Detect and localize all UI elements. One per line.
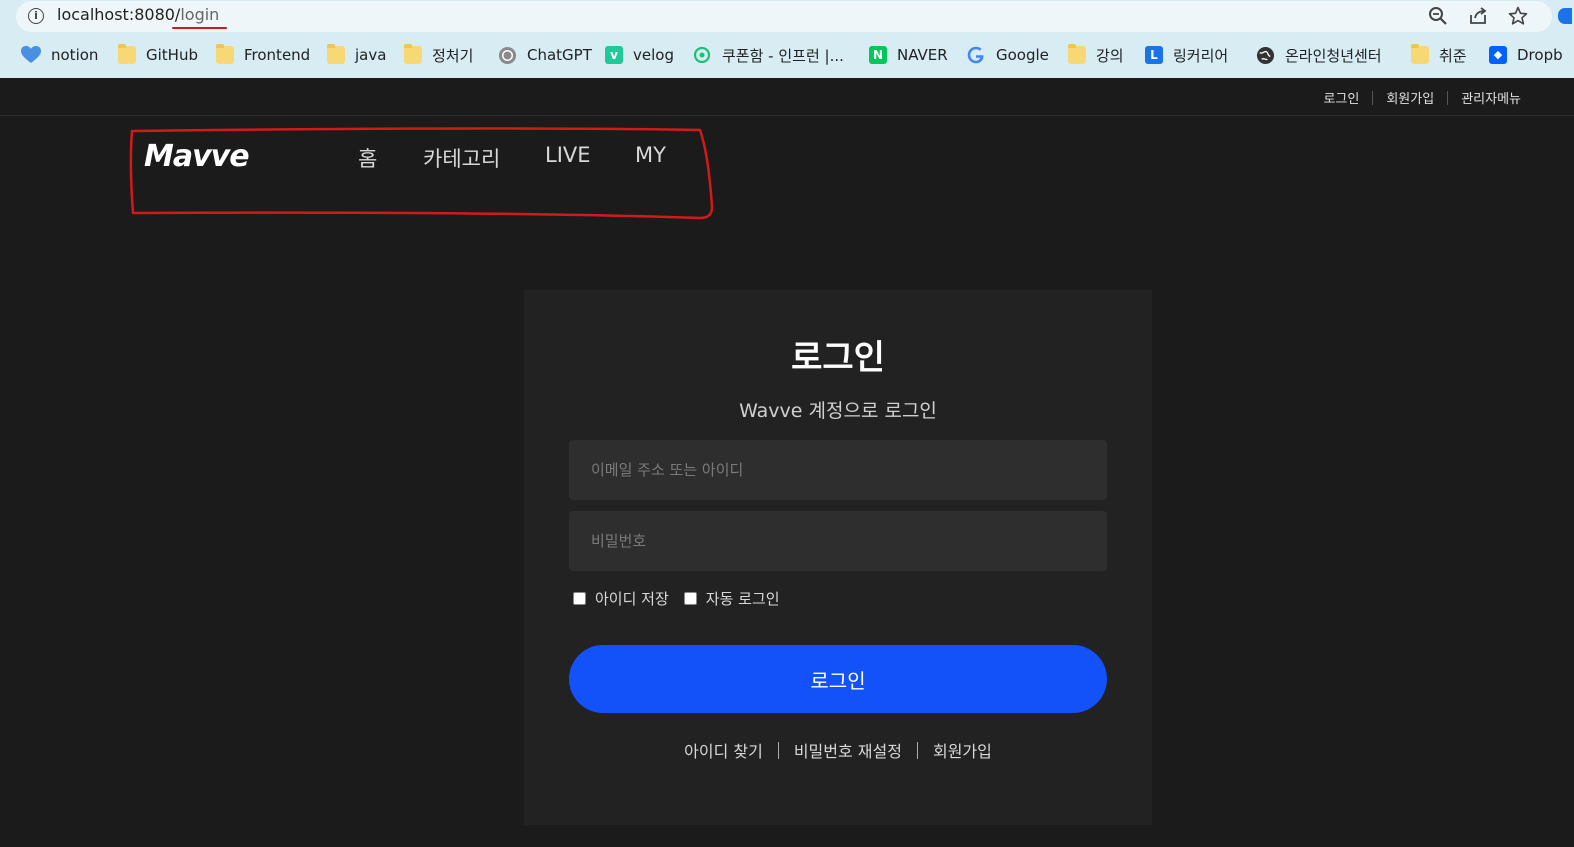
auto-login-option[interactable]: 자동 로그인 — [683, 588, 780, 609]
folder-icon — [216, 44, 234, 64]
bookmark-label: Frontend — [244, 46, 311, 64]
bookmark-label: 취준 — [1439, 46, 1467, 65]
bookmark-label: NAVER — [897, 46, 948, 64]
bookmark-inflearn[interactable]: 쿠폰함 - 인프런 |... — [693, 44, 844, 66]
nav-my[interactable]: MY — [635, 143, 666, 167]
auto-login-checkbox[interactable] — [683, 592, 697, 605]
folder-icon — [327, 44, 345, 64]
top-signup-link[interactable]: 회원가입 — [1373, 88, 1447, 107]
save-id-option[interactable]: 아이디 저장 — [573, 588, 669, 609]
folder-icon — [1411, 44, 1429, 64]
login-options: 아이디 저장 자동 로그인 — [573, 588, 795, 609]
bookmark-lecture[interactable]: 강의 — [1068, 44, 1124, 66]
top-admin-menu-link[interactable]: 관리자메뉴 — [1448, 88, 1534, 107]
password-input[interactable] — [569, 511, 1107, 571]
url-annotation-underline — [172, 27, 227, 29]
login-title: 로그인 — [791, 338, 885, 378]
linkareer-icon: L — [1145, 46, 1163, 64]
site-topbar: 로그인 회원가입 관리자메뉴 — [0, 78, 1574, 116]
site-info-icon[interactable]: i — [28, 8, 44, 24]
bookmark-github[interactable]: GitHub — [118, 44, 198, 66]
bookmark-naver[interactable]: N NAVER — [869, 44, 948, 66]
bookmark-jeongcheogi[interactable]: 정처기 — [404, 44, 473, 66]
browser-chrome: i localhost:8080/login notion GitHub Fro… — [0, 0, 1574, 78]
naver-icon: N — [869, 46, 887, 64]
login-subtitle: Wavve 계정으로 로그인 — [739, 400, 937, 422]
bookmark-label: 강의 — [1096, 46, 1124, 65]
bookmark-java[interactable]: java — [327, 44, 386, 66]
top-utility-links: 로그인 회원가입 관리자메뉴 — [1310, 88, 1534, 107]
bookmark-label: Google — [996, 46, 1049, 64]
chatgpt-icon — [498, 46, 517, 64]
bookmark-label: GitHub — [146, 46, 198, 64]
star-bookmark-icon[interactable] — [1507, 5, 1529, 27]
globe-icon — [1256, 46, 1275, 64]
url-path: login — [180, 5, 220, 24]
bookmark-google[interactable]: Google — [966, 44, 1049, 66]
bookmark-notion[interactable]: notion — [20, 44, 98, 66]
login-card: 로그인 Wavve 계정으로 로그인 아이디 저장 자동 로그인 로그인 아이디… — [524, 290, 1152, 825]
zoom-icon[interactable] — [1427, 5, 1449, 27]
top-login-link[interactable]: 로그인 — [1310, 88, 1372, 107]
folder-icon — [118, 44, 136, 64]
bookmark-label: velog — [633, 46, 674, 64]
address-bar[interactable] — [16, 1, 1552, 32]
bookmark-dropbox[interactable]: ◆ Dropb — [1489, 44, 1563, 66]
folder-icon — [404, 44, 422, 64]
site-logo[interactable]: Mavve — [144, 139, 250, 174]
bookmark-label: 정처기 — [432, 46, 474, 65]
find-id-link[interactable]: 아이디 찾기 — [669, 738, 778, 762]
bookmarks-bar: notion GitHub Frontend java 정처기 ChatGPT … — [0, 40, 1574, 70]
save-id-label: 아이디 저장 — [595, 590, 669, 608]
bookmark-label: java — [355, 46, 387, 64]
bookmark-chatgpt[interactable]: ChatGPT — [498, 44, 592, 66]
bookmark-label: Dropb — [1517, 46, 1563, 64]
inflearn-icon — [693, 46, 711, 64]
folder-icon — [1068, 44, 1086, 64]
bookmark-linkareer[interactable]: L 링커리어 — [1145, 44, 1228, 66]
reset-password-link[interactable]: 비밀번호 재설정 — [779, 738, 917, 762]
bookmark-label: ChatGPT — [527, 46, 592, 64]
dropbox-icon: ◆ — [1489, 46, 1507, 64]
bookmark-label: 링커리어 — [1173, 46, 1229, 65]
account-help-links: 아이디 찾기 비밀번호 재설정 회원가입 — [524, 738, 1152, 762]
save-id-checkbox[interactable] — [573, 592, 586, 605]
bookmark-youth-center[interactable]: 온라인청년센터 — [1256, 44, 1382, 66]
nav-home[interactable]: 홈 — [358, 143, 377, 173]
bookmark-velog[interactable]: v velog — [605, 44, 674, 66]
signup-link[interactable]: 회원가입 — [918, 738, 1007, 762]
bookmark-label: 쿠폰함 - 인프런 |... — [722, 46, 844, 65]
nav-live[interactable]: LIVE — [545, 143, 591, 167]
bookmark-label: 온라인청년센터 — [1285, 46, 1382, 65]
share-icon[interactable] — [1467, 5, 1489, 27]
heart-icon — [21, 46, 41, 63]
profile-avatar[interactable] — [1558, 8, 1572, 24]
login-button[interactable]: 로그인 — [569, 645, 1107, 713]
bookmark-frontend[interactable]: Frontend — [216, 44, 310, 66]
google-icon — [967, 46, 984, 64]
bookmark-job-search[interactable]: 취준 — [1411, 44, 1467, 66]
url-text[interactable]: localhost:8080/login — [57, 5, 219, 24]
id-input[interactable] — [569, 440, 1107, 500]
nav-category[interactable]: 카테고리 — [423, 143, 500, 173]
velog-icon: v — [605, 46, 623, 64]
bookmark-label: notion — [51, 46, 99, 64]
url-host: localhost:8080/ — [57, 5, 181, 24]
auto-login-label: 자동 로그인 — [705, 590, 780, 608]
